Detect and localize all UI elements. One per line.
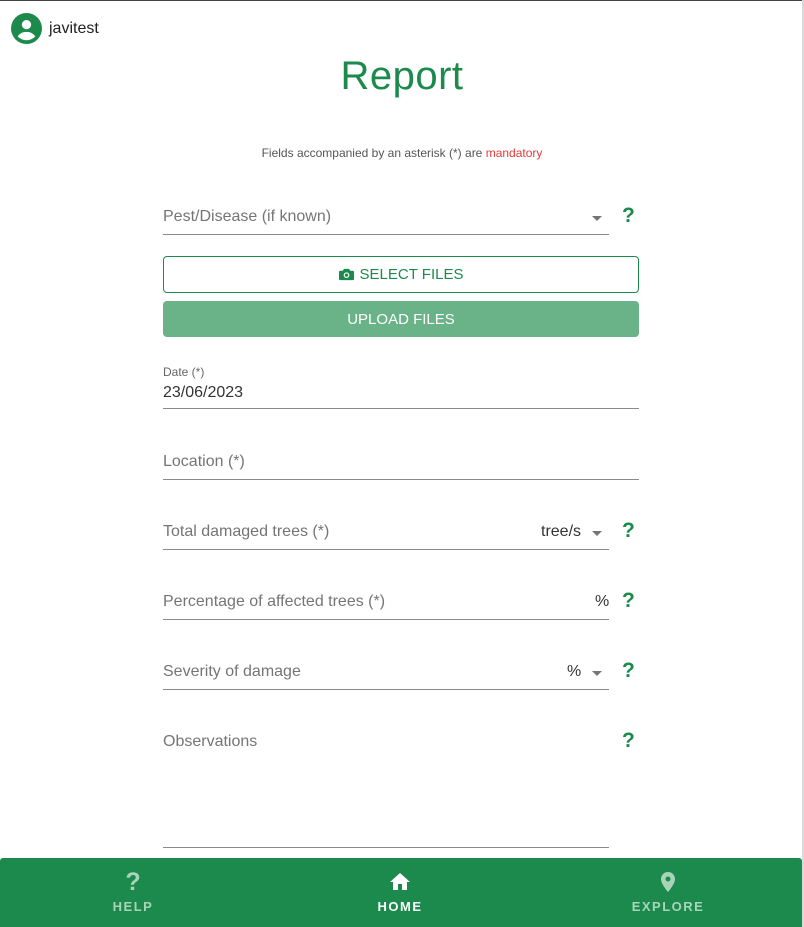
date-input[interactable]: 23/06/2023 (163, 384, 243, 402)
location-pin-icon (661, 872, 675, 892)
nav-help[interactable]: ? HELP (53, 858, 213, 927)
percentage-input[interactable]: Percentage of affected trees (*) % (163, 586, 609, 620)
observations-help-icon[interactable]: ? (622, 729, 635, 753)
dropdown-arrow-icon (592, 531, 602, 536)
mandatory-note-text: Fields accompanied by an asterisk (*) ar… (261, 146, 486, 160)
damaged-trees-input[interactable]: Total damaged trees (*) tree/s (163, 516, 609, 550)
percentage-unit: % (595, 593, 610, 610)
nav-help-label: HELP (112, 899, 154, 914)
account-circle-icon (11, 13, 42, 44)
pest-disease-placeholder: Pest/Disease (if known) (163, 208, 332, 225)
location-input[interactable]: Location (*) (163, 446, 639, 480)
dropdown-arrow-icon (592, 671, 602, 676)
dropdown-arrow-icon (592, 216, 602, 221)
window-top-border (0, 0, 804, 1)
select-files-label: SELECT FILES (359, 266, 464, 283)
nav-explore[interactable]: EXPLORE (588, 858, 748, 927)
severity-input[interactable]: Severity of damage % (163, 656, 609, 690)
username: javitest (49, 19, 99, 37)
mandatory-note: Fields accompanied by an asterisk (*) ar… (0, 146, 804, 160)
user-profile[interactable]: javitest (11, 13, 99, 44)
pest-disease-select[interactable]: Pest/Disease (if known) (163, 201, 609, 235)
camera-icon (338, 268, 354, 281)
location-placeholder: Location (*) (163, 453, 245, 470)
observations-placeholder: Observations (163, 733, 258, 750)
damaged-help-icon[interactable]: ? (622, 519, 635, 543)
percentage-placeholder: Percentage of affected trees (*) (163, 593, 386, 610)
bottom-navigation: ? HELP HOME EXPLORE (0, 858, 802, 927)
nav-home[interactable]: HOME (320, 858, 480, 927)
date-underline (163, 408, 639, 409)
severity-help-icon[interactable]: ? (622, 659, 635, 683)
upload-files-button[interactable]: UPLOAD FILES (163, 301, 639, 337)
select-files-button[interactable]: SELECT FILES (163, 256, 639, 293)
help-icon: ? (125, 868, 141, 896)
damaged-trees-placeholder: Total damaged trees (*) (163, 523, 330, 540)
severity-placeholder: Severity of damage (163, 663, 301, 680)
severity-unit-select[interactable]: % (567, 663, 581, 681)
date-label: Date (*) (163, 365, 205, 379)
upload-files-label: UPLOAD FILES (347, 310, 455, 328)
percentage-help-icon[interactable]: ? (622, 589, 635, 613)
nav-explore-label: EXPLORE (631, 899, 705, 914)
observations-textarea[interactable]: Observations (163, 726, 609, 848)
pest-help-icon[interactable]: ? (622, 204, 635, 228)
home-icon (390, 873, 410, 890)
damaged-trees-unit-select[interactable]: tree/s (541, 523, 581, 541)
nav-home-label: HOME (377, 899, 423, 914)
page-title: Report (340, 54, 464, 98)
mandatory-word: mandatory (485, 146, 543, 160)
